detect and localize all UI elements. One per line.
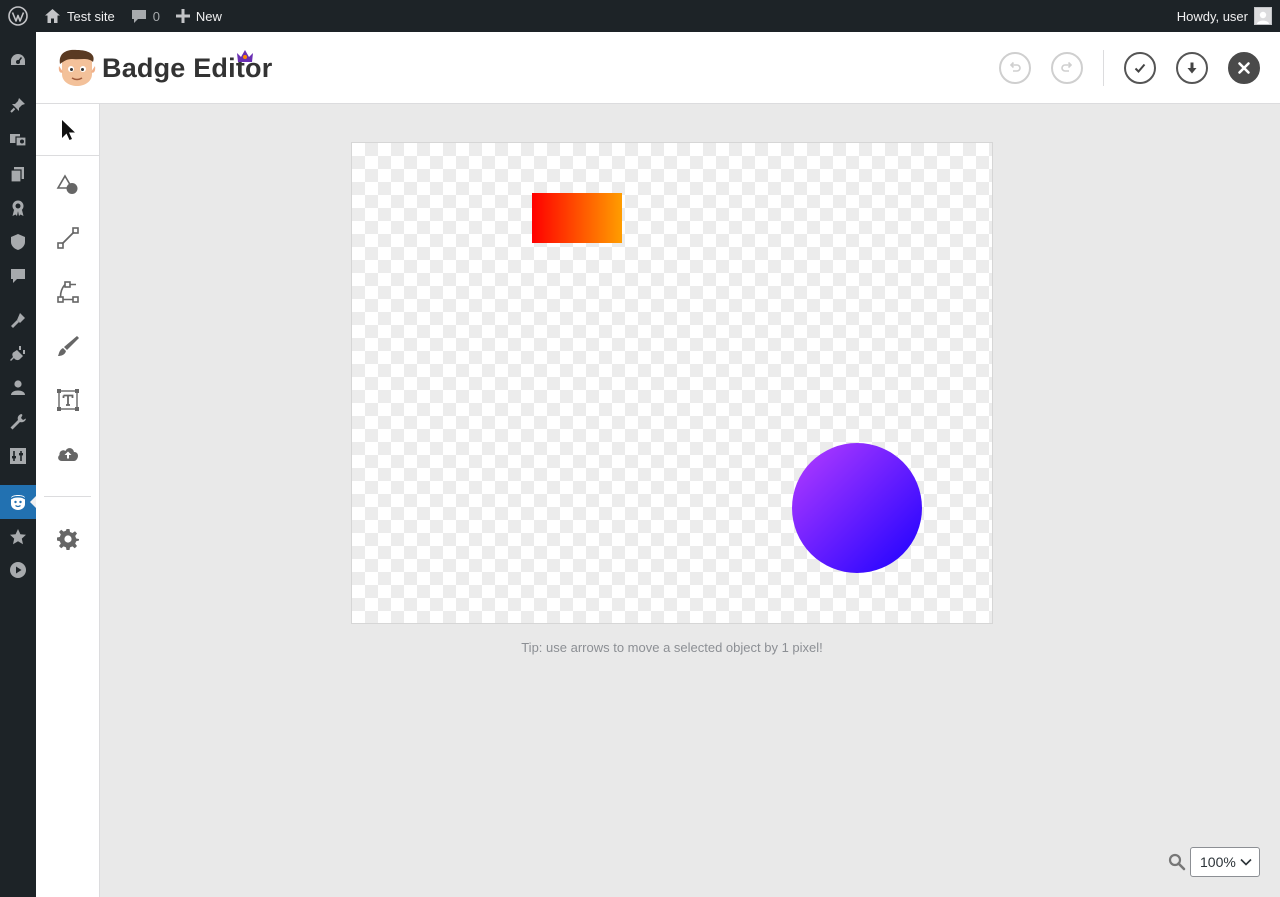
gear-icon [56, 529, 79, 550]
menu-ratings[interactable] [0, 522, 36, 552]
wordpress-logo-button[interactable] [0, 0, 36, 32]
menu-pages[interactable] [0, 159, 36, 189]
crown-icon [237, 50, 253, 62]
pin-icon [10, 98, 25, 113]
logo: Badge Editor [58, 48, 272, 88]
line-icon [56, 227, 79, 249]
menu-badge-editor[interactable] [0, 485, 36, 519]
settings-icon [10, 448, 26, 464]
menu-posts[interactable] [0, 90, 36, 120]
redo-button[interactable] [1051, 52, 1083, 84]
menu-appearance[interactable] [0, 305, 36, 335]
header-divider [1103, 50, 1104, 86]
appearance-icon [11, 313, 25, 328]
new-content-link[interactable]: New [168, 0, 230, 32]
close-button[interactable] [1228, 52, 1260, 84]
plugins-icon [10, 346, 25, 361]
greeting-text: Howdy, user [1176, 8, 1248, 24]
undo-icon [1009, 61, 1021, 72]
upload-tool-button[interactable] [36, 430, 99, 478]
media-icon [10, 134, 27, 147]
avatar [1254, 7, 1272, 25]
site-name-link[interactable]: Test site [36, 0, 123, 32]
settings-tool-button[interactable] [36, 515, 99, 563]
zoom-magnifier [1168, 853, 1186, 876]
line-tool-button[interactable] [36, 214, 99, 262]
zoom-value: 100% [1200, 854, 1236, 870]
path-tool-button[interactable] [36, 268, 99, 316]
menu-plugins[interactable] [0, 339, 36, 369]
site-name: Test site [67, 8, 115, 24]
comments-count: 0 [152, 8, 160, 24]
gradient-circle[interactable] [792, 443, 922, 573]
chevron-down-icon [1240, 858, 1252, 866]
magnifier-icon [1168, 853, 1186, 871]
menu-comments[interactable] [0, 261, 36, 291]
admin-menu [0, 32, 36, 897]
text-box-icon [56, 389, 79, 411]
download-icon [1187, 62, 1197, 74]
brush-tool-button[interactable] [36, 322, 99, 370]
home-icon [45, 9, 60, 23]
user-silhouette-icon [1257, 11, 1269, 24]
gradient-rectangle[interactable] [532, 193, 622, 243]
cloud-upload-icon [57, 448, 78, 461]
save-button[interactable] [1124, 52, 1156, 84]
menu-dashboard[interactable] [0, 45, 36, 75]
menu-security[interactable] [0, 227, 36, 257]
badge-icon [12, 200, 24, 216]
download-button[interactable] [1176, 52, 1208, 84]
select-tool-button[interactable] [36, 104, 99, 156]
comment-icon [131, 9, 146, 23]
tools-icon [10, 414, 26, 430]
tip-text: Tip: use arrows to move a selected objec… [521, 640, 823, 655]
bezier-path-icon [56, 281, 79, 303]
mascot-logo-icon [58, 49, 96, 86]
undo-button[interactable] [999, 52, 1031, 84]
badge-editor-icon [10, 495, 26, 510]
cursor-arrow-icon [61, 119, 75, 140]
new-label: New [195, 8, 222, 24]
dashboard-icon [11, 54, 25, 65]
menu-tools[interactable] [0, 407, 36, 437]
users-icon [11, 380, 25, 395]
comments-link[interactable]: 0 [123, 0, 168, 32]
shapes-icon [56, 174, 77, 194]
badge-canvas[interactable] [351, 142, 993, 624]
tool-palette [36, 104, 100, 897]
editor-header: Badge Editor [36, 32, 1280, 104]
menu-users[interactable] [0, 373, 36, 403]
my-account[interactable]: Howdy, user [1177, 7, 1280, 25]
admin-bar: Test site 0 New Howdy, user [0, 0, 1280, 32]
play-icon [10, 562, 26, 578]
plus-icon [175, 9, 190, 23]
star-icon [10, 529, 26, 545]
text-tool-button[interactable] [36, 376, 99, 424]
wordpress-icon [8, 6, 28, 26]
shape-tool-button[interactable] [36, 161, 99, 209]
comments-icon [11, 269, 25, 283]
redo-icon [1061, 61, 1073, 72]
tool-divider [44, 496, 91, 497]
menu-settings[interactable] [0, 441, 36, 471]
menu-media[interactable] [0, 124, 36, 154]
menu-media-player[interactable] [0, 555, 36, 585]
paintbrush-icon [57, 336, 79, 356]
checkmark-icon [1134, 63, 1146, 73]
menu-badges[interactable] [0, 193, 36, 223]
shield-icon [11, 234, 25, 250]
zoom-select[interactable]: 100% [1190, 847, 1260, 877]
close-icon [1238, 62, 1250, 74]
pages-icon [10, 167, 24, 183]
